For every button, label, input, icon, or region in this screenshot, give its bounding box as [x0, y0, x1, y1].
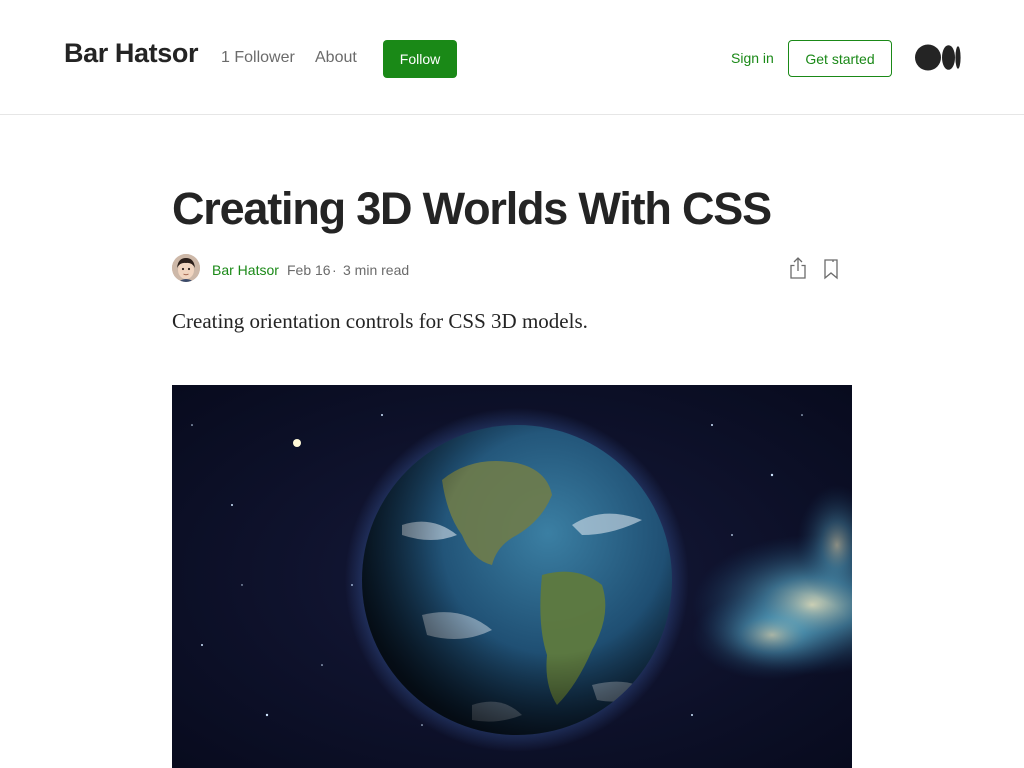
- article-title: Creating 3D Worlds With CSS: [172, 183, 772, 234]
- share-icon[interactable]: [788, 256, 808, 280]
- get-started-button[interactable]: Get started: [788, 40, 892, 77]
- author-avatar[interactable]: [172, 254, 200, 282]
- follow-button[interactable]: Follow: [383, 40, 457, 78]
- article-meta: Bar Hatsor Feb 16 · 3 min read: [172, 254, 852, 284]
- followers-link[interactable]: 1 Follower: [221, 49, 295, 67]
- sign-in-link[interactable]: Sign in: [731, 50, 774, 66]
- publish-date: Feb 16: [287, 262, 331, 278]
- publication-brand-title[interactable]: Bar Hatsor: [64, 38, 198, 69]
- top-navbar: Bar Hatsor 1 Follower About Follow Sign …: [0, 0, 1024, 115]
- meta-separator: ·: [332, 262, 337, 278]
- article-subtitle: Creating orientation controls for CSS 3D…: [172, 309, 588, 333]
- about-link[interactable]: About: [315, 49, 357, 67]
- bookmark-icon[interactable]: [822, 258, 840, 280]
- author-name-link[interactable]: Bar Hatsor: [212, 262, 279, 278]
- medium-logo-icon[interactable]: [915, 44, 961, 71]
- read-time: 3 min read: [343, 262, 410, 278]
- hero-image-earth: [172, 385, 852, 768]
